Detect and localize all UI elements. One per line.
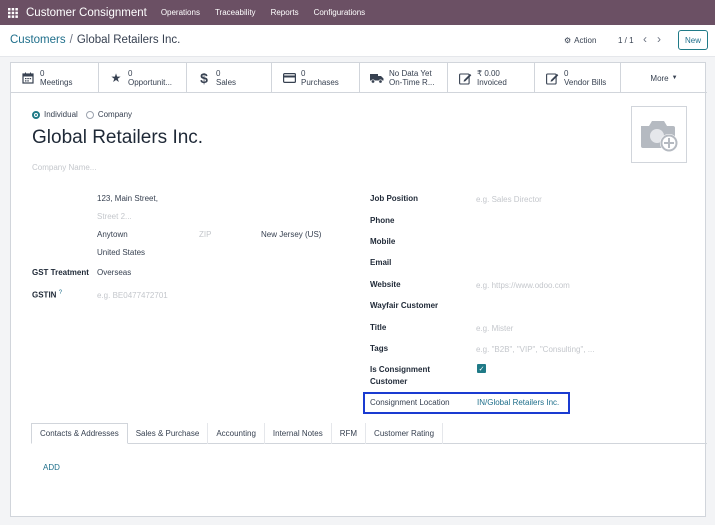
opportunities-label: Opportunit... [128, 78, 173, 87]
gear-icon: ⚙ [564, 36, 572, 45]
vendor-bills-stat-button[interactable]: 0 Vendor Bills [535, 63, 621, 93]
tags-label: Tags [370, 344, 389, 353]
tab-contacts-addresses[interactable]: Contacts & Addresses [31, 423, 128, 444]
country-field[interactable]: United States [97, 248, 145, 257]
sales-stat-button[interactable]: $ 0 Sales [187, 63, 272, 93]
purchases-stat-button[interactable]: 0 Purchases [272, 63, 360, 93]
city-field[interactable]: Anytown [97, 230, 128, 239]
dollar-icon: $ [200, 70, 208, 86]
street2-input[interactable]: Street 2... [97, 212, 132, 221]
tab-customer-rating[interactable]: Customer Rating [366, 423, 444, 444]
breadcrumb-customers-link[interactable]: Customers [10, 34, 66, 46]
job-position-input[interactable]: e.g. Sales Director [476, 195, 542, 204]
sales-count: 0 [216, 69, 221, 78]
phone-label: Phone [370, 216, 395, 225]
vendor-bills-label: Vendor Bills [564, 78, 607, 87]
purchases-count: 0 [301, 69, 306, 78]
purchases-label: Purchases [301, 78, 339, 87]
zip-input[interactable]: ZIP [199, 230, 211, 239]
title-input[interactable]: e.g. Mister [476, 324, 513, 333]
breadcrumb-current: Global Retailers Inc. [76, 34, 181, 46]
street-field[interactable]: 123, Main Street, [97, 194, 158, 203]
on-time-rate-label: On-Time R... [389, 78, 435, 87]
tab-sales-purchase[interactable]: Sales & Purchase [128, 423, 209, 444]
title-label: Title [370, 323, 387, 332]
chevron-right-icon[interactable]: › [657, 32, 661, 46]
gst-treatment-label: GST Treatment [32, 268, 89, 277]
invoiced-amount: ₹ 0.00 [477, 69, 500, 78]
radio-company-label[interactable]: Company [98, 110, 132, 119]
invoiced-label: Invoiced [477, 78, 507, 87]
radio-individual-label[interactable]: Individual [44, 110, 78, 119]
gst-treatment-field[interactable]: Overseas [97, 268, 131, 277]
pager-value[interactable]: 1 / 1 [618, 36, 634, 45]
consignment-location-label: Consignment Location [370, 398, 450, 407]
job-position-label: Job Position [370, 194, 418, 203]
state-field[interactable]: New Jersey (US) [261, 230, 321, 239]
new-button[interactable]: New [678, 30, 708, 50]
checkmark-icon: ✓ [478, 365, 485, 373]
invoiced-stat-button[interactable]: ₹ 0.00 Invoiced [448, 63, 535, 93]
gstin-label: GSTIN [32, 290, 57, 300]
breadcrumb-separator: / [69, 34, 73, 46]
email-label: Email [370, 258, 392, 267]
control-panel: Customers / Global Retailers Inc. ⚙ Action… [0, 25, 715, 57]
website-label: Website [370, 280, 401, 289]
website-input[interactable]: e.g. https://www.odoo.com [476, 281, 570, 290]
action-button[interactable]: ⚙ Action [564, 36, 596, 45]
apps-grid-icon[interactable] [8, 0, 26, 25]
form-sheet: 0 Meetings ★ 0 Opportunit... $ 0 Sales 0 Pur… [10, 62, 707, 517]
gstin-input[interactable]: e.g. BE0477472701 [97, 291, 168, 300]
more-button[interactable]: More ▼ [621, 63, 707, 93]
caret-down-icon: ▼ [671, 75, 678, 81]
help-tooltip-icon[interactable]: ? [59, 290, 62, 296]
on-time-rate-value: No Data Yet [389, 69, 432, 78]
menu-reports[interactable]: Reports [271, 8, 299, 17]
star-icon: ★ [110, 71, 122, 85]
camera-add-icon[interactable] [631, 106, 687, 163]
opportunities-count: 0 [128, 69, 133, 78]
opportunities-stat-button[interactable]: ★ 0 Opportunit... [99, 63, 187, 93]
notebook-tabs: Contacts & Addresses Sales & Purchase Ac… [31, 423, 707, 444]
tab-rfm[interactable]: RFM [332, 423, 367, 444]
is-consignment-checkbox[interactable]: ✓ [477, 364, 486, 373]
more-label: More [650, 73, 669, 83]
smart-buttons-bar: 0 Meetings ★ 0 Opportunit... $ 0 Sales 0 Pur… [11, 63, 707, 93]
tags-input[interactable]: e.g. "B2B", "VIP", "Consulting", ... [476, 345, 594, 354]
app-title[interactable]: Customer Consignment [26, 7, 147, 19]
sales-label: Sales [216, 78, 237, 87]
wayfair-customer-label: Wayfair Customer [370, 301, 439, 310]
truck-icon [370, 71, 384, 85]
meetings-label: Meetings [40, 78, 73, 87]
consignment-location-field[interactable]: IN/Global Retailers Inc. [477, 398, 559, 407]
add-contact-link[interactable]: ADD [43, 463, 60, 472]
is-consignment-label-line1: Is Consignment [370, 365, 431, 374]
radio-company[interactable] [85, 110, 94, 119]
action-label: Action [574, 36, 597, 45]
meetings-count: 0 [40, 69, 45, 78]
company-type-radio: Individual Company [32, 110, 132, 119]
vendor-bills-count: 0 [564, 69, 569, 78]
menu-operations[interactable]: Operations [161, 8, 200, 17]
edit-icon [545, 71, 559, 85]
breadcrumb: Customers / Global Retailers Inc. [10, 34, 180, 46]
top-navbar: Customer Consignment Operations Traceabi… [0, 0, 715, 25]
meetings-stat-button[interactable]: 0 Meetings [11, 63, 99, 93]
tab-accounting[interactable]: Accounting [208, 423, 265, 444]
radio-individual[interactable] [32, 110, 40, 119]
company-name-input[interactable]: Company Name... [32, 163, 96, 172]
calendar-icon [21, 71, 35, 85]
menu-configurations[interactable]: Configurations [314, 8, 366, 17]
gstin-label-wrap: GSTIN ? [32, 290, 62, 300]
mobile-label: Mobile [370, 237, 396, 246]
edit-icon [458, 71, 472, 85]
tab-internal-notes[interactable]: Internal Notes [265, 423, 332, 444]
credit-card-icon [282, 71, 296, 85]
on-time-rate-stat-button[interactable]: No Data Yet On-Time R... [360, 63, 448, 93]
menu-traceability[interactable]: Traceability [215, 8, 256, 17]
partner-name-field[interactable]: Global Retailers Inc. [32, 127, 203, 149]
is-consignment-label-line2: Customer [370, 377, 408, 386]
chevron-left-icon[interactable]: ‹ [643, 32, 647, 46]
